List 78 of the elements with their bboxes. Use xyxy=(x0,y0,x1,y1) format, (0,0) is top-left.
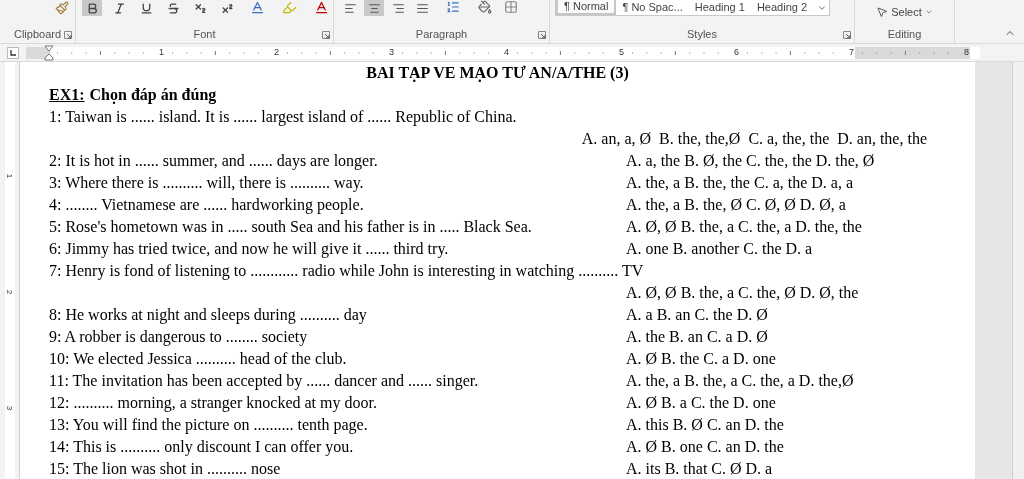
answer-options: A. Ø B. the C. a D. one xyxy=(626,347,776,371)
question-text: 13: You will find the picture on .......... tenth page. xyxy=(49,415,368,436)
ruler-number: 2 xyxy=(273,45,280,59)
underline-icon xyxy=(139,1,153,15)
style-option[interactable]: Heading 1 xyxy=(688,0,751,15)
question-text: 7: Henry is fond of listening to ............ radio while John is interesting in watching .......... TV xyxy=(49,261,644,282)
question-text: 11: The invitation has been accepted by ...... dancer and ...... singer. xyxy=(49,371,479,392)
answer-options: A. an, a, Ø B. the, the,Ø C. a, the, the D. an, the, the xyxy=(581,127,927,151)
question-text: 4: ........ Vietnamese are ...... hardworking people. xyxy=(49,195,364,216)
align-right-icon xyxy=(391,1,405,15)
dialog-launcher-icon[interactable] xyxy=(843,31,851,40)
dialog-launcher-icon[interactable] xyxy=(322,31,330,40)
group-label: Font xyxy=(193,26,216,42)
borders-icon[interactable] xyxy=(504,0,518,14)
question-text: 12: .......... morning, a stranger knocked at my door. xyxy=(49,393,377,414)
answer-options: A. the, a B. the, a C. the, a D. the,Ø xyxy=(626,369,854,393)
answer-options: A. the, a B. the, Ø C. Ø, Ø D. Ø, a xyxy=(626,193,846,217)
question-text: 3: Where there is .......... will, there is .......... way. xyxy=(49,173,364,194)
style-option[interactable]: ¶ Normal xyxy=(556,0,617,15)
answer-options: A. the, a B. the, the C. a, the D. a, a xyxy=(626,171,854,195)
indent-marker-icon[interactable] xyxy=(44,44,54,61)
exercise-heading: Chọn đáp án đúng xyxy=(89,85,217,106)
format-painter-icon[interactable] xyxy=(55,1,69,15)
question-text: 14: This is .......... only discount I can offer you. xyxy=(49,437,354,458)
exercise-label: EX1: xyxy=(49,85,85,105)
font-color-icon[interactable] xyxy=(314,0,329,15)
strikethrough-icon xyxy=(166,1,180,15)
ruler-number: 3 xyxy=(5,405,14,411)
align-left-icon xyxy=(343,1,357,15)
question-text: 6: Jimmy has tried twice, and now he will give it ...... third try. xyxy=(49,239,449,260)
dialog-launcher-icon[interactable] xyxy=(538,31,546,40)
group-label: Paragraph xyxy=(415,26,468,42)
answer-options: A. this B. Ø C. an D. the xyxy=(626,413,784,437)
answer-options: A. a B. an C. the D. Ø xyxy=(626,303,768,327)
text-effects-icon[interactable] xyxy=(250,0,265,15)
ruler-number: 5 xyxy=(618,45,625,59)
group-label: Editing xyxy=(887,26,922,42)
subscript-icon xyxy=(193,1,207,15)
ruler-number: 2 xyxy=(5,289,14,295)
bold-button[interactable] xyxy=(82,0,102,16)
answer-options: A. its B. that C. Ø D. a xyxy=(626,457,773,479)
question-text: 15: The lion was shot in .......... nose xyxy=(49,459,281,479)
group-label: Clipboard xyxy=(13,26,62,42)
cursor-icon xyxy=(876,6,889,19)
question-text: 2: It is hot in ...... summer, and ...... days are longer. xyxy=(49,151,378,172)
select-button[interactable]: Select xyxy=(876,4,933,21)
question-text: 1: Taiwan is ...... island. It is ...... largest island of ...... Republic of China. xyxy=(49,107,517,128)
ruler-number: 4 xyxy=(503,45,510,59)
superscript-icon xyxy=(220,1,234,15)
answer-options: A. one B. another C. the D. a xyxy=(626,237,813,261)
document-title: BAI TẠP VE MẠO TƯ AN/A/THE (3) xyxy=(366,63,629,84)
question-text: 8: He works at night and sleeps during .......... day xyxy=(49,305,367,326)
question-text: 9: A robber is dangerous to ........ society xyxy=(49,327,308,348)
ruler-number: 1 xyxy=(158,45,165,59)
answer-options: A. a, the B. Ø, the C. the, the D. the, Ø xyxy=(626,149,875,173)
style-option[interactable]: Heading 2 xyxy=(750,0,814,15)
italic-icon xyxy=(112,1,126,15)
tab-selector-icon[interactable] xyxy=(7,46,19,59)
align-center-icon xyxy=(367,1,381,15)
dialog-launcher-icon[interactable] xyxy=(64,31,72,40)
answer-options: A. Ø B. one C. an D. the xyxy=(626,435,784,459)
question-text: 10: We elected Jessica .......... head of the club. xyxy=(49,349,347,369)
shading-icon[interactable] xyxy=(478,0,492,14)
ruler-number: 3 xyxy=(388,45,395,59)
ruler-number: 7 xyxy=(848,45,855,59)
answer-options: A. the B. an C. a D. Ø xyxy=(626,325,768,349)
ruler-number: 6 xyxy=(733,45,740,59)
question-text: 5: Rose's hometown was in ..... south Sea and his father is in ..... Black Sea. xyxy=(49,217,532,237)
align-center-button[interactable] xyxy=(364,0,384,16)
answer-options: A. Ø, Ø B. the, a C. the, Ø D. Ø, the xyxy=(626,281,859,305)
ruler-number: 8 xyxy=(963,45,970,59)
answer-options: A. Ø B. a C. the D. one xyxy=(626,391,776,415)
answer-options: A. Ø, Ø B. the, a C. the, a D. the, the xyxy=(626,215,862,239)
align-justify-icon xyxy=(415,1,429,15)
style-option[interactable]: ¶ No Spac... xyxy=(616,0,689,15)
scrollbar[interactable] xyxy=(1012,62,1024,479)
group-label: Styles xyxy=(687,26,717,42)
ruler-number: 1 xyxy=(5,173,14,179)
